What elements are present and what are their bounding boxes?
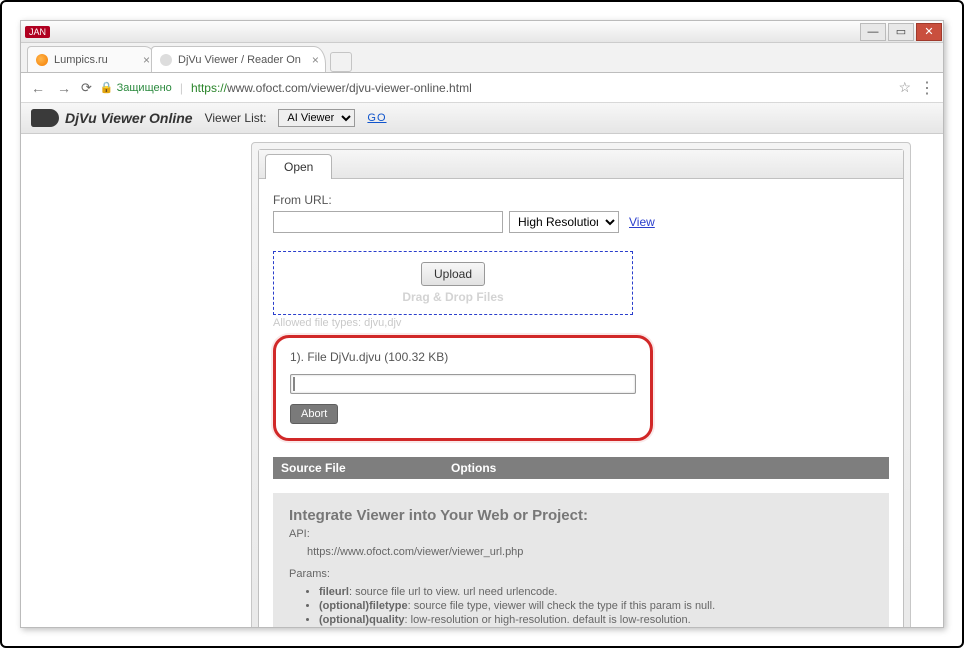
result-table-header: Source File Options: [273, 457, 889, 479]
secure-indicator[interactable]: 🔒 Защищено: [100, 81, 172, 94]
params-label: Params:: [289, 568, 873, 580]
col-options: Options: [443, 457, 889, 479]
nav-forward-button[interactable]: →: [55, 80, 73, 96]
from-url-label: From URL:: [273, 193, 889, 207]
extension-badge[interactable]: JAN: [25, 26, 50, 38]
site-logo[interactable]: DjVu Viewer Online: [31, 109, 193, 127]
favicon-icon: [36, 54, 48, 66]
list-item: (optional)quality: low-resolution or hig…: [319, 614, 873, 626]
dnd-hint-text: Drag & Drop Files: [284, 290, 622, 304]
favicon-icon: [160, 54, 172, 66]
close-icon[interactable]: ×: [143, 53, 150, 67]
viewer-list-label: Viewer List:: [205, 111, 267, 125]
list-item: (optional)filetype: source file type, vi…: [319, 600, 873, 612]
integrate-section: Integrate Viewer into Your Web or Projec…: [273, 493, 889, 627]
url-display[interactable]: https://www.ofoct.com/viewer/djvu-viewer…: [191, 81, 891, 95]
window-titlebar: JAN — ▭ ✕: [21, 21, 943, 43]
api-url: https://www.ofoct.com/viewer/viewer_url.…: [307, 546, 873, 558]
reload-button[interactable]: ⟳: [81, 80, 92, 96]
upload-dropzone[interactable]: Upload Drag & Drop Files: [273, 251, 633, 315]
browser-menu-button[interactable]: ⋮: [919, 78, 935, 98]
col-source-file: Source File: [273, 457, 443, 479]
url-scheme: https://: [191, 81, 227, 95]
tab-title: Lumpics.ru: [54, 54, 108, 66]
site-header: DjVu Viewer Online Viewer List: AI Viewe…: [21, 103, 943, 134]
params-list: fileurl: source file url to view. url ne…: [319, 586, 873, 626]
uploaded-file-label: 1). File DjVu.djvu (100.32 KB): [290, 350, 636, 364]
from-url-input[interactable]: [273, 211, 503, 233]
secure-label: Защищено: [117, 82, 172, 94]
nav-back-button[interactable]: ←: [29, 80, 47, 96]
page-content: DjVu Viewer Online Viewer List: AI Viewe…: [21, 103, 943, 627]
upload-progress-bar: [290, 374, 636, 394]
address-bar: ← → ⟳ 🔒 Защищено | https://www.ofoct.com…: [21, 73, 943, 103]
browser-tab-djvu[interactable]: DjVu Viewer / Reader On ×: [151, 46, 326, 72]
resolution-select[interactable]: High Resolution: [509, 211, 619, 233]
logo-icon: [31, 109, 59, 127]
url-path: /viewer/djvu-viewer-online.html: [308, 81, 472, 95]
window-close-button[interactable]: ✕: [916, 23, 942, 41]
lock-icon: 🔒: [100, 81, 114, 94]
main-panel: Open From URL: High Resolution View: [251, 142, 911, 627]
allowed-types-label: Allowed file types: djvu,djv: [273, 317, 889, 329]
upload-progress-section: 1). File DjVu.djvu (100.32 KB) Abort: [273, 335, 653, 441]
view-link[interactable]: View: [629, 215, 655, 229]
abort-button[interactable]: Abort: [290, 404, 338, 424]
progress-fill: [293, 377, 295, 391]
viewer-list-select[interactable]: AI Viewer: [278, 109, 355, 127]
close-icon[interactable]: ×: [312, 53, 319, 67]
browser-tab-strip: Lumpics.ru × DjVu Viewer / Reader On ×: [21, 43, 943, 73]
bookmark-star-icon[interactable]: ☆: [898, 79, 911, 96]
go-link[interactable]: GO: [367, 112, 386, 124]
window-minimize-button[interactable]: —: [860, 23, 886, 41]
new-tab-button[interactable]: [330, 52, 352, 72]
api-label: API:: [289, 528, 873, 540]
url-host: www.ofoct.com: [227, 81, 308, 95]
site-title: DjVu Viewer Online: [65, 110, 193, 126]
integrate-heading: Integrate Viewer into Your Web or Projec…: [289, 507, 873, 524]
list-item: fileurl: source file url to view. url ne…: [319, 586, 873, 598]
panel-tabs: Open: [259, 150, 903, 179]
upload-button[interactable]: Upload: [421, 262, 485, 286]
window-maximize-button[interactable]: ▭: [888, 23, 914, 41]
tab-title: DjVu Viewer / Reader On: [178, 54, 301, 66]
tab-open[interactable]: Open: [265, 154, 332, 179]
browser-tab-lumpics[interactable]: Lumpics.ru ×: [27, 46, 157, 72]
